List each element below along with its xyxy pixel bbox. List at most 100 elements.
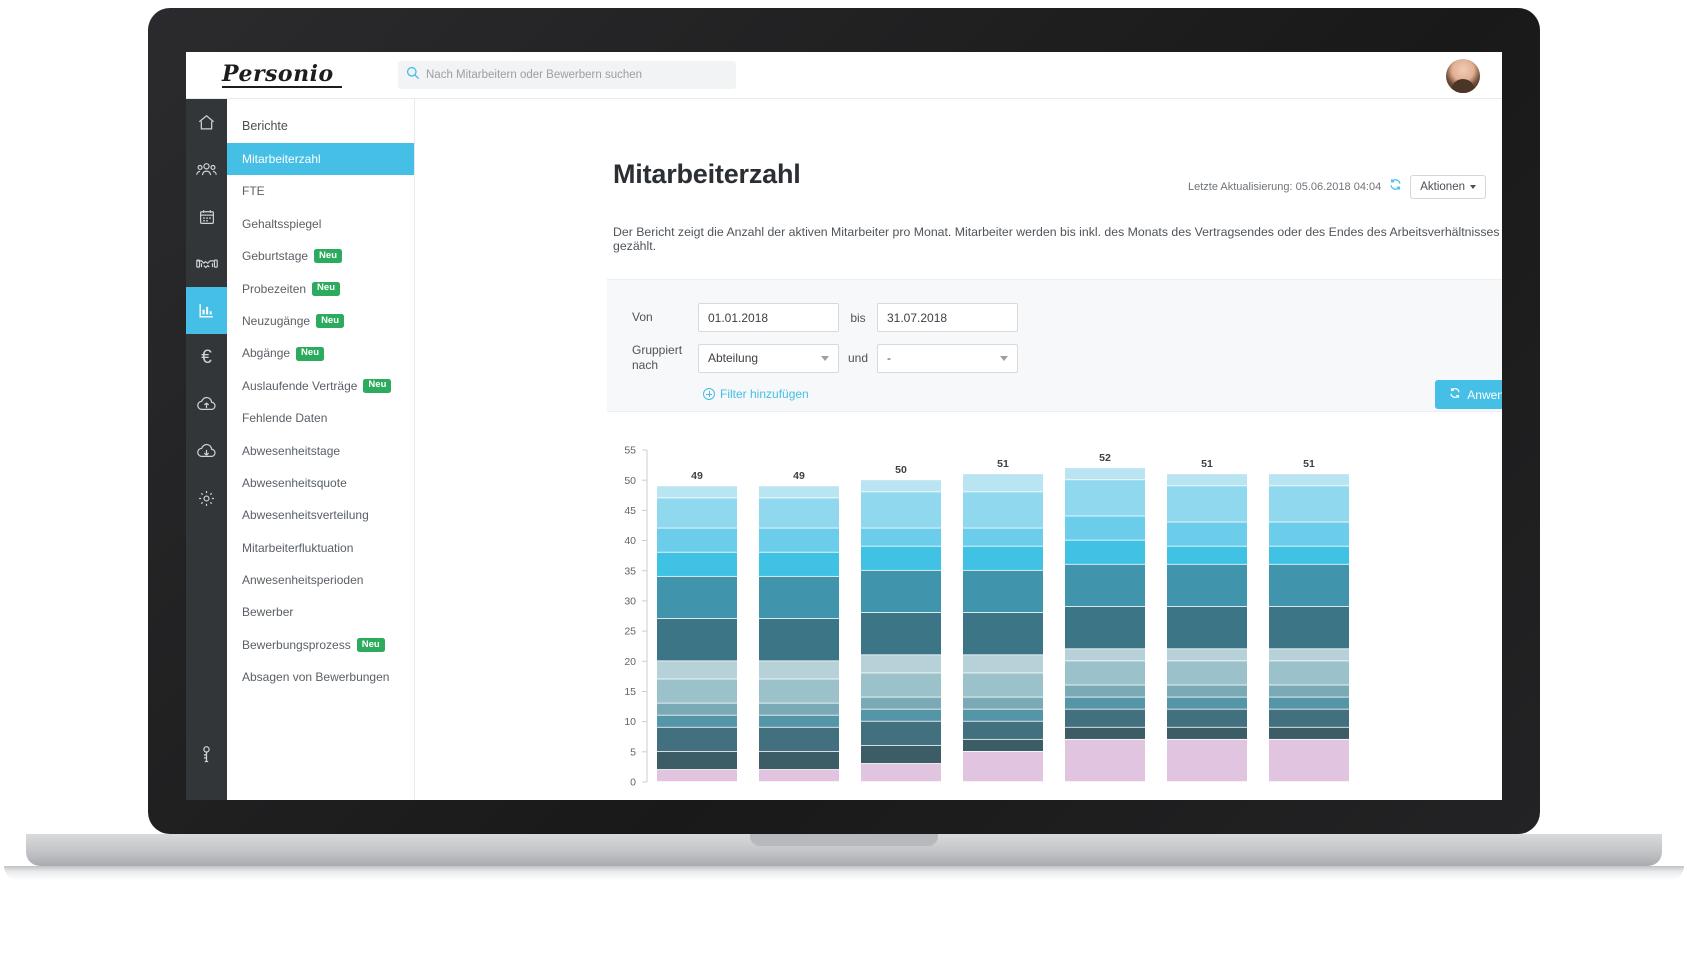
sidebar-item-abwesenheitstage[interactable]: Abwesenheitstage xyxy=(227,435,414,467)
bar-segment[interactable] xyxy=(657,576,737,619)
bar-segment[interactable] xyxy=(861,655,941,673)
bar-segment[interactable] xyxy=(963,612,1043,655)
bar-segment[interactable] xyxy=(657,703,737,715)
search-input[interactable] xyxy=(426,69,728,81)
rail-item-home[interactable] xyxy=(186,99,227,146)
bar-segment[interactable] xyxy=(1269,685,1349,697)
bar-segment[interactable] xyxy=(1269,661,1349,685)
bar-segment[interactable] xyxy=(1167,685,1247,697)
bar-segment[interactable] xyxy=(963,709,1043,721)
bar-segment[interactable] xyxy=(1065,661,1145,685)
rail-item-reports[interactable] xyxy=(186,287,227,334)
bar-segment[interactable] xyxy=(861,697,941,709)
bar-segment[interactable] xyxy=(1269,522,1349,546)
bar-segment[interactable] xyxy=(759,703,839,715)
sidebar-item-mitarbeiterfluktuation[interactable]: Mitarbeiterfluktuation xyxy=(227,532,414,564)
search-box[interactable] xyxy=(398,61,736,89)
bar-segment[interactable] xyxy=(963,528,1043,546)
personio-logo[interactable]: Personio xyxy=(222,63,342,88)
sidebar-item-neuzug-nge[interactable]: Neuzugänge Neu xyxy=(227,305,414,337)
bar-segment[interactable] xyxy=(759,486,839,498)
bar-segment[interactable] xyxy=(1269,606,1349,649)
rail-item-settings[interactable] xyxy=(186,475,227,522)
bar-segment[interactable] xyxy=(1065,480,1145,516)
bar-segment[interactable] xyxy=(759,727,839,752)
bar-segment[interactable] xyxy=(1167,661,1247,685)
group-by-primary-select[interactable]: Abteilung xyxy=(698,343,839,373)
bar-segment[interactable] xyxy=(963,546,1043,570)
avatar[interactable] xyxy=(1446,59,1480,93)
bar-segment[interactable] xyxy=(657,552,737,576)
bar-segment[interactable] xyxy=(759,552,839,576)
bar-segment[interactable] xyxy=(1065,606,1145,649)
bar-segment[interactable] xyxy=(963,697,1043,709)
rail-item-access[interactable] xyxy=(186,731,227,778)
bar-segment[interactable] xyxy=(759,661,839,679)
bar-segment[interactable] xyxy=(657,751,737,770)
bar-segment[interactable] xyxy=(861,673,941,697)
bar-segment[interactable] xyxy=(861,480,941,492)
bar-segment[interactable] xyxy=(759,576,839,619)
bar-segment[interactable] xyxy=(1065,697,1145,709)
bar-segment[interactable] xyxy=(759,751,839,770)
bar-segment[interactable] xyxy=(861,528,941,546)
bar-segment[interactable] xyxy=(963,570,1043,613)
sidebar-item-auslaufende-vertr-ge[interactable]: Auslaufende Verträge Neu xyxy=(227,370,414,402)
bar-segment[interactable] xyxy=(1269,564,1349,607)
sidebar-item-fehlende-daten[interactable]: Fehlende Daten xyxy=(227,402,414,434)
bar-segment[interactable] xyxy=(861,721,941,745)
bar-segment[interactable] xyxy=(759,769,839,782)
sidebar-item-abg-nge[interactable]: Abgänge Neu xyxy=(227,337,414,369)
bar-segment[interactable] xyxy=(1269,649,1349,661)
sidebar-item-bewerbungsprozess[interactable]: Bewerbungsprozess Neu xyxy=(227,629,414,661)
bar-segment[interactable] xyxy=(963,655,1043,673)
rail-item-people[interactable] xyxy=(186,146,227,193)
bar-segment[interactable] xyxy=(1269,486,1349,522)
bar-segment[interactable] xyxy=(657,486,737,498)
refresh-icon[interactable] xyxy=(1389,178,1402,196)
bar-segment[interactable] xyxy=(963,474,1043,492)
bar-segment[interactable] xyxy=(759,498,839,528)
bar-segment[interactable] xyxy=(1065,649,1145,661)
bar-segment[interactable] xyxy=(963,492,1043,528)
bar-segment[interactable] xyxy=(861,709,941,721)
bar-segment[interactable] xyxy=(1167,546,1247,564)
rail-item-upload[interactable] xyxy=(186,381,227,428)
bar-segment[interactable] xyxy=(861,763,941,782)
sidebar-item-abwesenheitsquote[interactable]: Abwesenheitsquote xyxy=(227,467,414,499)
bar-segment[interactable] xyxy=(963,739,1043,752)
bar-segment[interactable] xyxy=(759,715,839,727)
bar-segment[interactable] xyxy=(657,769,737,782)
sidebar-item-absagen-von-bewerbungen[interactable]: Absagen von Bewerbungen xyxy=(227,661,414,693)
bar-segment[interactable] xyxy=(1065,739,1145,782)
bar-segment[interactable] xyxy=(1167,564,1247,607)
bar-segment[interactable] xyxy=(963,673,1043,697)
von-input[interactable] xyxy=(698,303,839,332)
bar-segment[interactable] xyxy=(963,721,1043,739)
bar-segment[interactable] xyxy=(1167,486,1247,522)
sidebar-item-gehaltsspiegel[interactable]: Gehaltsspiegel xyxy=(227,208,414,240)
sidebar-item-abwesenheitsverteilung[interactable]: Abwesenheitsverteilung xyxy=(227,499,414,531)
add-filter-link[interactable]: Filter hinzufügen xyxy=(703,387,809,401)
rail-item-payroll[interactable]: € xyxy=(186,334,227,381)
bar-segment[interactable] xyxy=(1065,709,1145,727)
bar-segment[interactable] xyxy=(861,612,941,655)
bar-segment[interactable] xyxy=(657,715,737,727)
bar-segment[interactable] xyxy=(759,528,839,552)
rail-item-calendar[interactable] xyxy=(186,193,227,240)
bar-segment[interactable] xyxy=(759,679,839,703)
bar-segment[interactable] xyxy=(1167,649,1247,661)
bar-segment[interactable] xyxy=(861,745,941,764)
bar-segment[interactable] xyxy=(1269,739,1349,782)
bar-segment[interactable] xyxy=(1269,474,1349,486)
apply-button[interactable]: Anwenden xyxy=(1435,380,1502,409)
bar-segment[interactable] xyxy=(861,570,941,613)
group-by-secondary-select[interactable]: - xyxy=(877,343,1018,373)
rail-item-download[interactable] xyxy=(186,428,227,475)
bar-segment[interactable] xyxy=(1269,709,1349,727)
bar-segment[interactable] xyxy=(1065,727,1145,739)
rail-item-handshake[interactable] xyxy=(186,240,227,287)
bar-segment[interactable] xyxy=(1269,546,1349,564)
bar-segment[interactable] xyxy=(1065,564,1145,607)
bar-segment[interactable] xyxy=(657,679,737,703)
